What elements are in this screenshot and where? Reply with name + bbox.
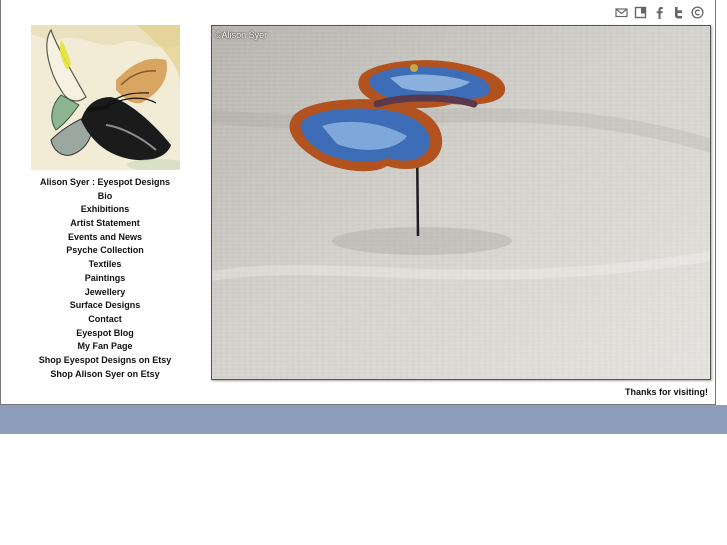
site-logo-butterfly-painting[interactable] (31, 25, 180, 170)
bookmark-icon[interactable] (634, 6, 647, 19)
nav-link-fan-page[interactable]: My Fan Page (21, 340, 189, 354)
copyright-icon[interactable] (691, 5, 704, 19)
nav-link-jewellery[interactable]: Jewellery (21, 286, 189, 300)
featured-photo-butterfly-pin: ©Alison Syer (211, 25, 711, 380)
facebook-icon[interactable] (653, 6, 666, 19)
nav-link-surface-designs[interactable]: Surface Designs (21, 299, 189, 313)
nav-link-etsy-eyespot[interactable]: Shop Eyespot Designs on Etsy (21, 354, 189, 368)
nav-link-artist-statement[interactable]: Artist Statement (21, 217, 189, 231)
nav-link-psyche-collection[interactable]: Psyche Collection (21, 244, 189, 258)
mail-icon[interactable] (615, 6, 628, 19)
page-frame: Alison Syer : Eyespot Designs Bio Exhibi… (0, 0, 716, 405)
nav-link-bio[interactable]: Bio (21, 190, 189, 204)
nav-link-paintings[interactable]: Paintings (21, 272, 189, 286)
nav-link-blog[interactable]: Eyespot Blog (21, 327, 189, 341)
nav-link-contact[interactable]: Contact (21, 313, 189, 327)
bottom-band (0, 405, 727, 434)
nav-link-events-news[interactable]: Events and News (21, 231, 189, 245)
nav-link-exhibitions[interactable]: Exhibitions (21, 203, 189, 217)
nav-link-home[interactable]: Alison Syer : Eyespot Designs (21, 176, 189, 190)
nav-link-textiles[interactable]: Textiles (21, 258, 189, 272)
photo-caption: ©Alison Syer (215, 30, 268, 40)
share-icons (615, 5, 704, 19)
twitter-icon[interactable] (672, 6, 685, 19)
nav-link-etsy-alison[interactable]: Shop Alison Syer on Etsy (21, 368, 189, 382)
thanks-message: Thanks for visiting! (624, 387, 708, 397)
site-nav: Alison Syer : Eyespot Designs Bio Exhibi… (21, 176, 189, 381)
